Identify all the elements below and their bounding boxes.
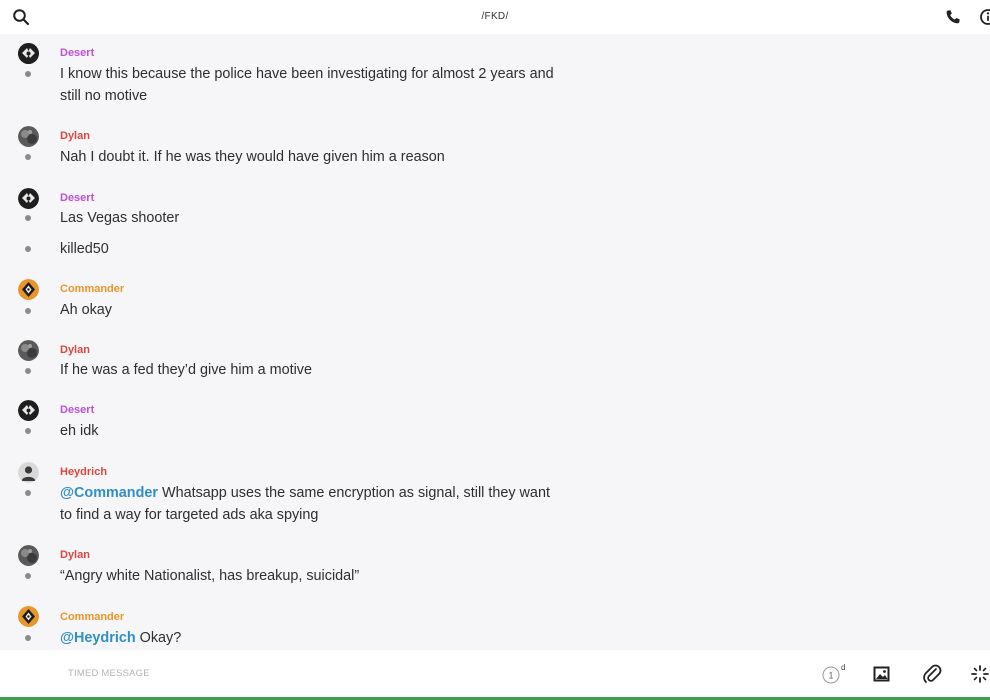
sender-name[interactable]: Heydrich: [60, 466, 107, 478]
avatar-desert[interactable]: [18, 43, 39, 64]
message-text: I know this because the police have been…: [60, 66, 554, 104]
read-indicator: [25, 573, 31, 579]
message-body: Okay?: [135, 630, 182, 646]
read-indicator: [25, 368, 31, 374]
message-text: killed50: [60, 241, 109, 257]
mention-link[interactable]: @Commander: [60, 485, 158, 501]
paperclip-icon[interactable]: [921, 663, 943, 685]
timer-value: 1: [828, 671, 833, 681]
mention-link[interactable]: @Heydrich: [60, 630, 136, 646]
sender-name[interactable]: Desert: [60, 192, 94, 204]
avatar-dylan[interactable]: [18, 340, 39, 361]
avatar-commander[interactable]: [18, 606, 39, 627]
phone-icon[interactable]: [944, 8, 962, 26]
read-indicator: [25, 635, 31, 641]
avatar-dylan[interactable]: [18, 545, 39, 566]
conversation-header: /FKD/: [0, 0, 990, 34]
avatar-heydrich[interactable]: [18, 462, 39, 483]
avatar-desert[interactable]: [18, 400, 39, 421]
read-indicator: [25, 154, 31, 160]
message-text: “Angry white Nationalist, has breakup, s…: [60, 568, 360, 584]
sender-name[interactable]: Desert: [60, 47, 94, 59]
timer-icon[interactable]: 1 d: [821, 663, 845, 685]
message-list[interactable]: Desert I know this because the police ha…: [0, 34, 990, 650]
sender-name[interactable]: Dylan: [60, 130, 90, 142]
avatar-commander[interactable]: [18, 279, 39, 300]
message-text: @Commander Whatsapp uses the same encryp…: [60, 482, 560, 526]
message-composer: TIMED MESSAGE 1 d: [0, 650, 990, 700]
read-indicator: [25, 215, 31, 221]
message-text: Ah okay: [60, 302, 112, 318]
sparkle-icon[interactable]: [969, 663, 990, 685]
read-indicator: [25, 428, 31, 434]
message-input[interactable]: TIMED MESSAGE: [68, 668, 150, 679]
sender-name[interactable]: Commander: [60, 283, 124, 295]
conversation-title[interactable]: /FKD/: [0, 11, 990, 22]
avatar-dylan[interactable]: [18, 126, 39, 147]
message-text: @Heydrich Okay?: [60, 627, 560, 649]
read-indicator: [25, 490, 31, 496]
read-indicator: [25, 71, 31, 77]
timer-unit: d: [841, 663, 845, 672]
message-text: If he was a fed they’d give him a motive: [60, 362, 312, 378]
avatar-desert[interactable]: [18, 188, 39, 209]
message-text: Las Vegas shooter: [60, 210, 180, 226]
sender-name[interactable]: Commander: [60, 611, 124, 623]
read-indicator: [25, 246, 31, 252]
image-icon[interactable]: [871, 663, 893, 685]
sender-name[interactable]: Dylan: [60, 344, 90, 356]
message-text: Nah I doubt it. If he was they would hav…: [60, 149, 445, 165]
message-text: eh idk: [60, 423, 99, 439]
sender-name[interactable]: Desert: [60, 404, 94, 416]
read-indicator: [25, 308, 31, 314]
sender-name[interactable]: Dylan: [60, 549, 90, 561]
info-icon[interactable]: [979, 8, 990, 26]
